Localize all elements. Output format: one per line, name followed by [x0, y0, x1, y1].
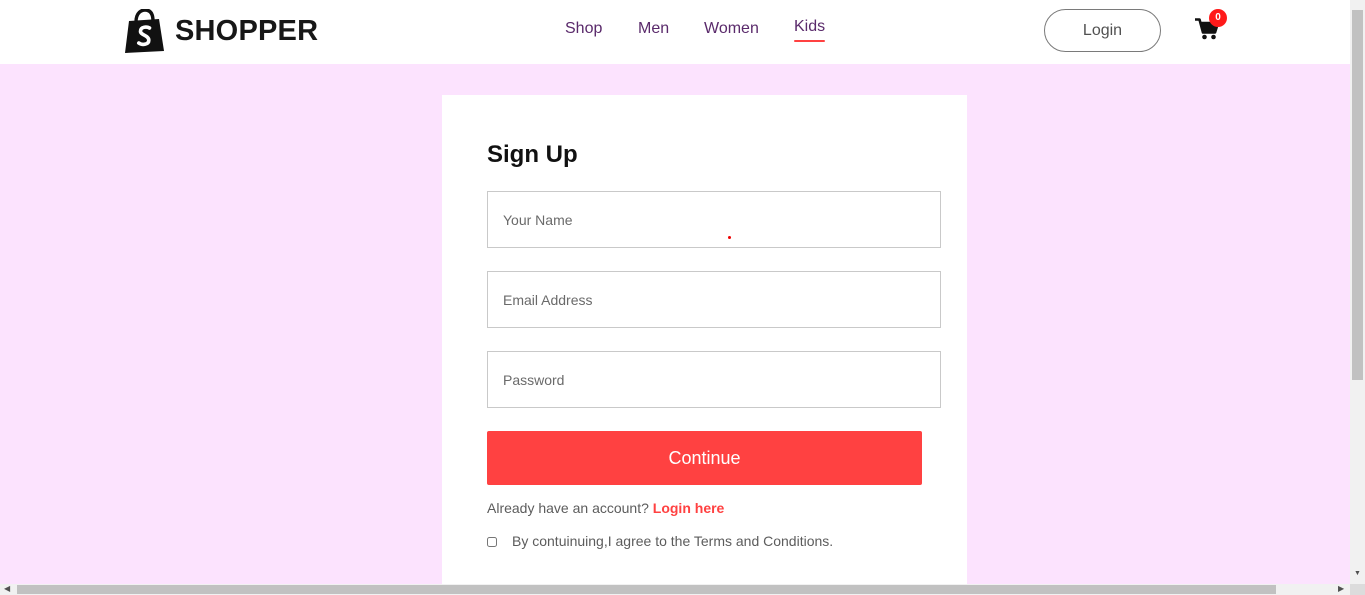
signup-card: Sign Up Continue Already have an account… — [442, 95, 967, 584]
navbar: SHOPPER Shop Men Women Kids Login 0 — [0, 0, 1350, 64]
scroll-down-arrow-icon[interactable]: ▼ — [1354, 570, 1361, 577]
password-field[interactable] — [487, 351, 941, 408]
login-here-link[interactable]: Login here — [653, 500, 725, 516]
nav-item-men[interactable]: Men — [638, 20, 669, 38]
scroll-right-arrow-icon[interactable]: ▶ — [1338, 585, 1344, 593]
login-prompt: Already have an account? Login here — [487, 500, 724, 516]
vertical-scrollbar-thumb[interactable] — [1352, 10, 1363, 380]
scroll-left-arrow-icon[interactable]: ◀ — [4, 585, 10, 593]
login-prompt-text: Already have an account? — [487, 500, 649, 516]
terms-checkbox[interactable] — [487, 536, 497, 547]
horizontal-scrollbar-thumb[interactable] — [17, 585, 1276, 594]
nav-item-shop[interactable]: Shop — [565, 20, 602, 38]
vertical-scrollbar[interactable]: ▼ — [1350, 0, 1365, 584]
nav-item-kids[interactable]: Kids — [794, 18, 826, 42]
mouse-cursor-dot — [728, 236, 731, 239]
terms-text: By contuinuing,I agree to the Terms and … — [512, 533, 834, 549]
login-button[interactable]: Login — [1044, 9, 1161, 52]
brand-name: SHOPPER — [175, 14, 319, 47]
nav-item-women[interactable]: Women — [704, 20, 759, 38]
brand-logo[interactable]: SHOPPER — [125, 9, 318, 53]
cart-count-badge: 0 — [1209, 9, 1227, 27]
scrollbar-corner — [1350, 584, 1365, 595]
terms-row: By contuinuing,I agree to the Terms and … — [487, 533, 833, 549]
name-field[interactable] — [487, 191, 941, 248]
email-field[interactable] — [487, 271, 941, 328]
horizontal-scrollbar[interactable]: ◀ ▶ — [0, 584, 1350, 595]
signup-title: Sign Up — [487, 141, 578, 168]
shopping-bag-icon — [125, 9, 164, 53]
continue-button[interactable]: Continue — [487, 431, 922, 485]
